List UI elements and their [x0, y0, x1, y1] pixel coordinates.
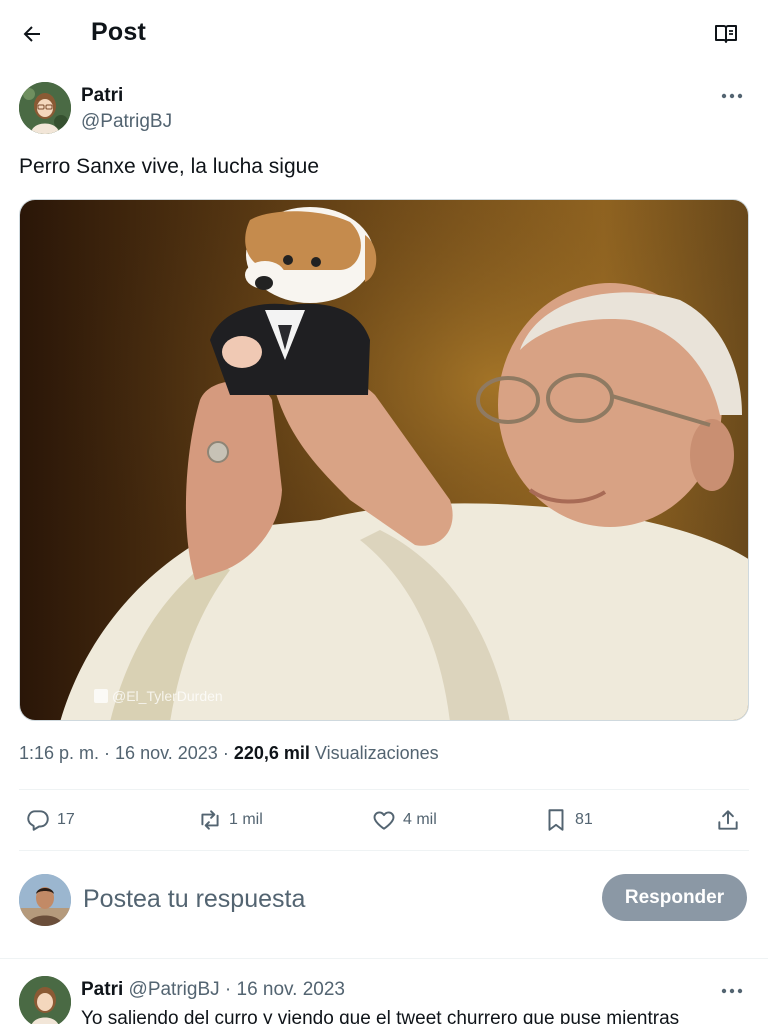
author-handle[interactable]: @PatrigBJ [81, 111, 172, 133]
repost-icon [201, 810, 219, 830]
page-title: Post [91, 18, 146, 46]
repost-count: 1 mil [229, 811, 263, 828]
more-options-button[interactable] [715, 82, 749, 110]
author-name[interactable]: Patri [81, 85, 123, 107]
reply-action[interactable]: 17 [25, 800, 75, 840]
repost-action[interactable]: 1 mil [197, 800, 263, 840]
reader-mode-button[interactable] [708, 16, 744, 52]
book-icon [715, 25, 737, 43]
top-bar: Post [0, 0, 768, 66]
bookmark-count: 81 [575, 811, 593, 828]
more-horizontal-icon [721, 93, 743, 99]
divider [19, 789, 749, 790]
reply-header: Patri @PatrigBJ · 16 nov. 2023 [81, 979, 345, 1001]
heart-icon [373, 811, 395, 830]
author-avatar[interactable] [19, 82, 71, 134]
post-date[interactable]: 16 nov. 2023 [115, 743, 218, 763]
image-watermark: @El_TylerDurden [94, 688, 223, 704]
like-action[interactable]: 4 mil [371, 800, 437, 840]
post-text: Perro Sanxe vive, la lucha sigue [19, 155, 319, 178]
views-count: 220,6 mil [233, 743, 310, 763]
reply-author-avatar[interactable] [19, 976, 71, 1024]
like-count: 4 mil [403, 811, 437, 828]
bookmark-icon [548, 809, 564, 831]
current-user-avatar[interactable] [19, 874, 71, 926]
share-icon [718, 810, 738, 830]
divider [0, 958, 768, 959]
reply-count: 17 [57, 811, 75, 828]
reply-submit-button[interactable]: Responder [602, 874, 747, 921]
bookmark-action[interactable]: 81 [543, 800, 593, 840]
post-image[interactable]: @El_TylerDurden [19, 199, 749, 721]
reply-more-button[interactable] [715, 977, 749, 1005]
reply-text: Yo saliendo del curro y viendo que el tw… [81, 1008, 680, 1024]
reply-item[interactable]: Patri @PatrigBJ · 16 nov. 2023 Yo salien… [19, 975, 749, 1024]
twitter-bird-icon [94, 689, 108, 703]
views-label: Visualizaciones [314, 743, 439, 763]
post-author: Patri @PatrigBJ [19, 82, 749, 138]
reply-composer: Responder [19, 873, 749, 929]
post-actions: 17 1 mil 4 mil 81 [19, 800, 749, 840]
arrow-left-icon [23, 26, 40, 42]
reply-author-name[interactable]: Patri [81, 979, 123, 1000]
divider [19, 850, 749, 851]
reply-meta: @PatrigBJ · 16 nov. 2023 [128, 979, 345, 1000]
more-horizontal-icon [721, 988, 743, 994]
post-meta: 1:16 p. m. · 16 nov. 2023 · 220,6 mil Vi… [19, 743, 439, 763]
post-time[interactable]: 1:16 p. m. [19, 743, 99, 763]
reply-icon [27, 810, 49, 831]
back-button[interactable] [14, 16, 50, 52]
share-action[interactable] [715, 800, 741, 840]
reply-input[interactable] [83, 881, 583, 917]
